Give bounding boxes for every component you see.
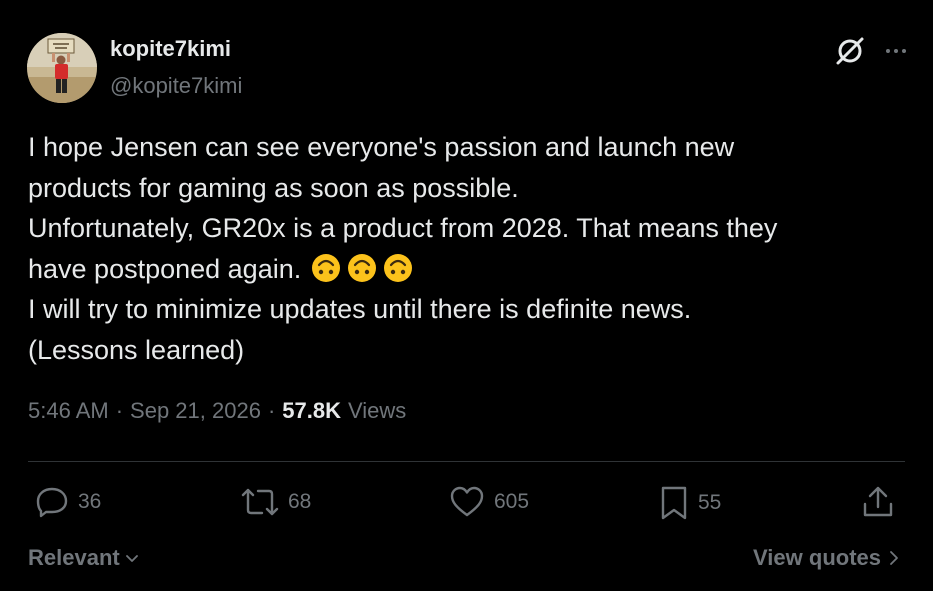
grok-icon[interactable] [835, 36, 865, 66]
bookmark-count: 55 [698, 491, 722, 514]
share-icon [863, 486, 893, 517]
avatar[interactable] [27, 33, 97, 103]
upside-down-face-icon [384, 253, 413, 282]
divider [28, 461, 905, 462]
author-handle[interactable]: @kopite7kimi [110, 73, 242, 99]
repost-icon [241, 488, 279, 516]
more-icon[interactable] [883, 38, 909, 64]
like-count: 605 [494, 490, 530, 513]
bookmark-icon [661, 486, 687, 520]
post-line: products for gaming as soon as possible. [28, 172, 519, 203]
reply-icon [36, 487, 68, 518]
reply-button[interactable]: 36 [34, 484, 101, 520]
post-line: Unfortunately, GR20x is a product from 2… [28, 213, 778, 243]
post-text: I hope Jensen can see everyone's passion… [28, 127, 908, 370]
views-label: Views [348, 398, 407, 423]
author-name[interactable]: kopite7kimi [110, 36, 231, 62]
emoji-group [311, 253, 413, 283]
meta-separator: · [267, 398, 276, 423]
view-quotes-link[interactable]: View quotes [753, 545, 901, 571]
like-button[interactable]: 605 [448, 484, 529, 520]
post-line: I will try to minimize updates until the… [28, 294, 692, 324]
meta-separator: · [115, 398, 124, 423]
post-line-with-emoji: have postponed again. [28, 249, 908, 290]
reply-count: 36 [78, 490, 102, 513]
chevron-down-icon [125, 555, 138, 562]
repost-count: 68 [288, 490, 312, 513]
like-icon [450, 486, 484, 517]
repost-button[interactable]: 68 [240, 484, 311, 520]
post-line: (Lessons learned) [28, 334, 245, 365]
share-button[interactable] [860, 484, 896, 520]
top-actions [835, 36, 909, 66]
upside-down-face-icon [348, 253, 377, 282]
tweet: kopite7kimi @kopite7kimi I hope Jensen c… [0, 0, 933, 591]
views-count[interactable]: 57.8K [282, 398, 341, 424]
sort-label: Relevant [28, 545, 120, 570]
post-line: have postponed again. [28, 253, 302, 284]
post-meta: 5:46 AM · Sep 21, 2026 · 57.8K Views [28, 398, 406, 424]
upside-down-face-icon [312, 253, 341, 282]
view-quotes-label: View quotes [753, 545, 881, 570]
sort-dropdown[interactable]: Relevant [28, 545, 140, 571]
chevron-right-icon [890, 551, 898, 565]
post-date[interactable]: Sep 21, 2026 [130, 398, 261, 424]
bookmark-button[interactable]: 55 [658, 484, 721, 522]
post-time[interactable]: 5:46 AM [28, 398, 109, 424]
post-line: I hope Jensen can see everyone's passion… [28, 132, 735, 162]
